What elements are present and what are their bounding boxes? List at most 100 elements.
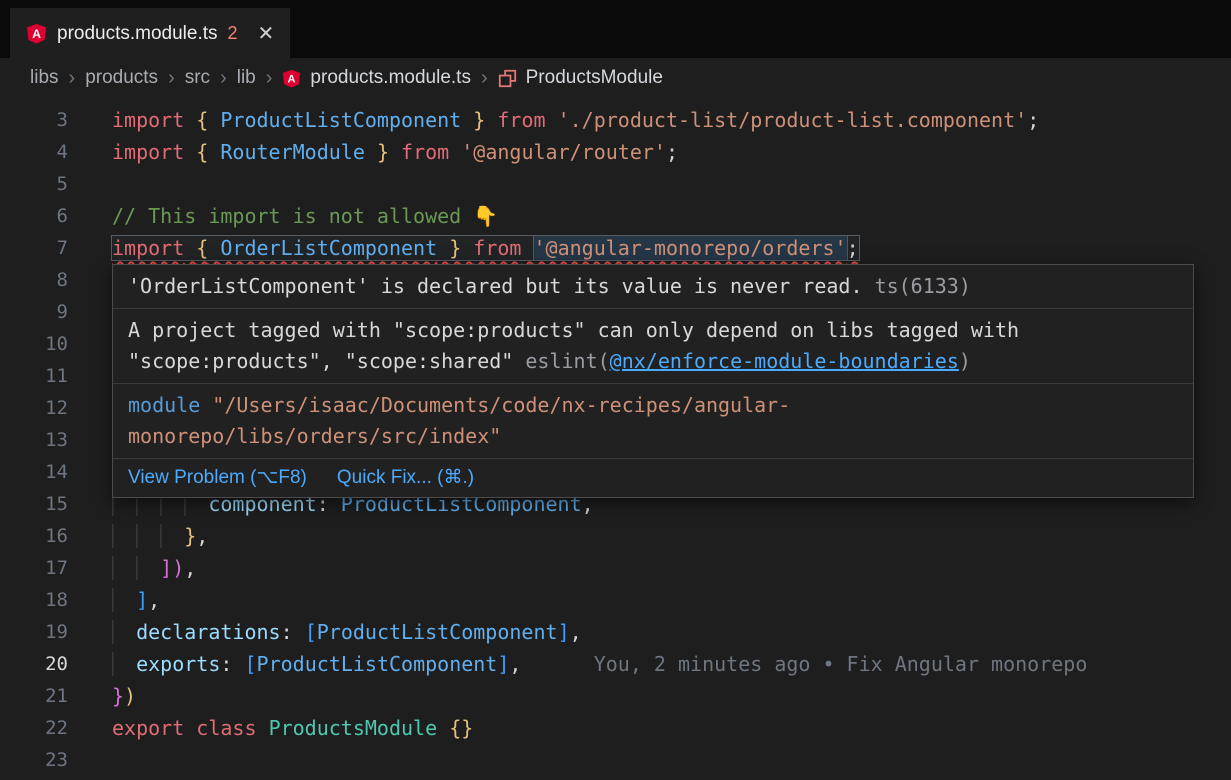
code-token: :: [220, 652, 244, 676]
code-token: [184, 108, 196, 132]
line-number-18[interactable]: 18: [0, 584, 68, 616]
line-number-17[interactable]: 17: [0, 552, 68, 584]
code-token: {: [196, 108, 208, 132]
breadcrumb-item-symbol[interactable]: ProductsModule: [526, 67, 663, 89]
breadcrumb-item-products[interactable]: products: [85, 67, 158, 89]
code-token: ;: [666, 140, 678, 164]
close-icon[interactable]: ✕: [258, 21, 275, 46]
code-token: from: [401, 140, 449, 164]
code-token: 👇: [473, 204, 498, 228]
code-token: ;: [1027, 108, 1039, 132]
line-number-4[interactable]: 4: [0, 136, 68, 168]
code-token: }: [377, 140, 389, 164]
line-number-5[interactable]: 5: [0, 168, 68, 200]
code-token: [521, 236, 533, 260]
code-token: '@angular/router': [461, 140, 666, 164]
module-path-line2: monorepo/libs/orders/src/index": [128, 424, 501, 448]
code-token: exports: [136, 652, 220, 676]
code-token: from: [497, 108, 545, 132]
module-info: module "/Users/isaac/Documents/code/nx-r…: [113, 384, 1193, 459]
angular-icon: A: [282, 69, 301, 88]
line-number-19[interactable]: 19: [0, 616, 68, 648]
line-number-9[interactable]: 9: [0, 296, 68, 328]
diagnostic-text-line1: A project tagged with "scope:products" c…: [128, 318, 1019, 342]
code-line-5[interactable]: [112, 168, 1087, 200]
code-token: ]: [136, 588, 148, 612]
line-number-13[interactable]: 13: [0, 424, 68, 456]
code-token: import: [112, 108, 184, 132]
code-line-7[interactable]: import { OrderListComponent } from '@ang…: [112, 232, 1087, 264]
code-token: [389, 140, 401, 164]
breadcrumb-item-file[interactable]: products.module.ts: [310, 67, 471, 89]
code-token: [112, 620, 136, 644]
code-line-23[interactable]: [112, 744, 1087, 776]
line-number-14[interactable]: 14: [0, 456, 68, 488]
tab-products-module[interactable]: A products.module.ts 2 ✕: [10, 8, 290, 58]
code-token: [208, 140, 220, 164]
chevron-right-icon: ›: [265, 67, 274, 90]
chevron-right-icon: ›: [219, 67, 228, 90]
code-token: ProductsModule: [269, 716, 438, 740]
code-token: [112, 588, 136, 612]
line-number-10[interactable]: 10: [0, 328, 68, 360]
angular-icon: A: [26, 23, 47, 44]
line-number-8[interactable]: 8: [0, 264, 68, 296]
quick-fix-action[interactable]: Quick Fix... (⌘.): [337, 466, 474, 490]
line-number-3[interactable]: 3: [0, 104, 68, 136]
chevron-right-icon: ›: [480, 67, 489, 90]
editor[interactable]: 34567891011121314151617181920212223 impo…: [0, 98, 1231, 776]
view-problem-action[interactable]: View Problem (⌥F8): [128, 466, 307, 490]
code-token: [184, 236, 196, 260]
tab-title: products.module.ts: [57, 23, 218, 45]
diagnostic-hover-popup: 'OrderListComponent' is declared but its…: [112, 264, 1194, 498]
line-number-23[interactable]: 23: [0, 744, 68, 776]
code-token: ;: [847, 236, 859, 260]
code-token: [112, 524, 184, 548]
code-token: './product-list/product-list.component': [558, 108, 1028, 132]
code-line-3[interactable]: import { ProductListComponent } from './…: [112, 104, 1087, 136]
module-path-line1: "/Users/isaac/Documents/code/nx-recipes/…: [212, 393, 790, 417]
code-token: [184, 716, 196, 740]
line-number-7[interactable]: 7: [0, 232, 68, 264]
code-token: ]: [558, 620, 570, 644]
code-token: ,: [509, 652, 521, 676]
line-number-11[interactable]: 11: [0, 360, 68, 392]
diagnostic-text-line2: "scope:products", "scope:shared": [128, 349, 513, 373]
code-line-18[interactable]: ],: [112, 584, 1087, 616]
line-number-16[interactable]: 16: [0, 520, 68, 552]
line-number-15[interactable]: 15: [0, 488, 68, 520]
code-token: [546, 108, 558, 132]
error-statement[interactable]: import { OrderListComponent } from '@ang…: [112, 236, 859, 260]
breadcrumb-item-lib[interactable]: lib: [237, 67, 256, 89]
code-token: [437, 236, 449, 260]
chevron-right-icon: ›: [68, 67, 77, 90]
code-token: [208, 236, 220, 260]
code-line-21[interactable]: }): [112, 680, 1087, 712]
code-token: ProductListComponent: [317, 620, 558, 644]
line-number-12[interactable]: 12: [0, 392, 68, 424]
line-number-6[interactable]: 6: [0, 200, 68, 232]
breadcrumb-item-libs[interactable]: libs: [30, 67, 59, 89]
code-token: [461, 236, 473, 260]
code-line-6[interactable]: // This import is not allowed 👇: [112, 200, 1087, 232]
hover-actions: View Problem (⌥F8) Quick Fix... (⌘.): [113, 459, 1193, 497]
code-line-22[interactable]: export class ProductsModule {}: [112, 712, 1087, 744]
line-number-gutter: 34567891011121314151617181920212223: [0, 104, 86, 776]
line-number-22[interactable]: 22: [0, 712, 68, 744]
code-token: You, 2 minutes ago • Fix Angular monorep…: [521, 652, 1087, 676]
code-line-19[interactable]: declarations: [ProductListComponent],: [112, 616, 1087, 648]
code-token: from: [473, 236, 521, 260]
code-line-4[interactable]: import { RouterModule } from '@angular/r…: [112, 136, 1087, 168]
line-number-21[interactable]: 21: [0, 680, 68, 712]
code-token: }: [449, 236, 461, 260]
breadcrumb-item-src[interactable]: src: [185, 67, 210, 89]
svg-text:A: A: [288, 73, 296, 85]
diagnostic-source: ts(6133): [875, 274, 971, 298]
line-number-20[interactable]: 20: [0, 648, 68, 680]
code-token: import: [112, 236, 184, 260]
eslint-rule-link[interactable]: @nx/enforce-module-boundaries: [610, 349, 959, 373]
code-line-17[interactable]: ]),: [112, 552, 1087, 584]
eslint-diagnostic-message: A project tagged with "scope:products" c…: [113, 309, 1193, 384]
code-line-16[interactable]: },: [112, 520, 1087, 552]
code-line-20[interactable]: exports: [ProductListComponent], You, 2 …: [112, 648, 1087, 680]
